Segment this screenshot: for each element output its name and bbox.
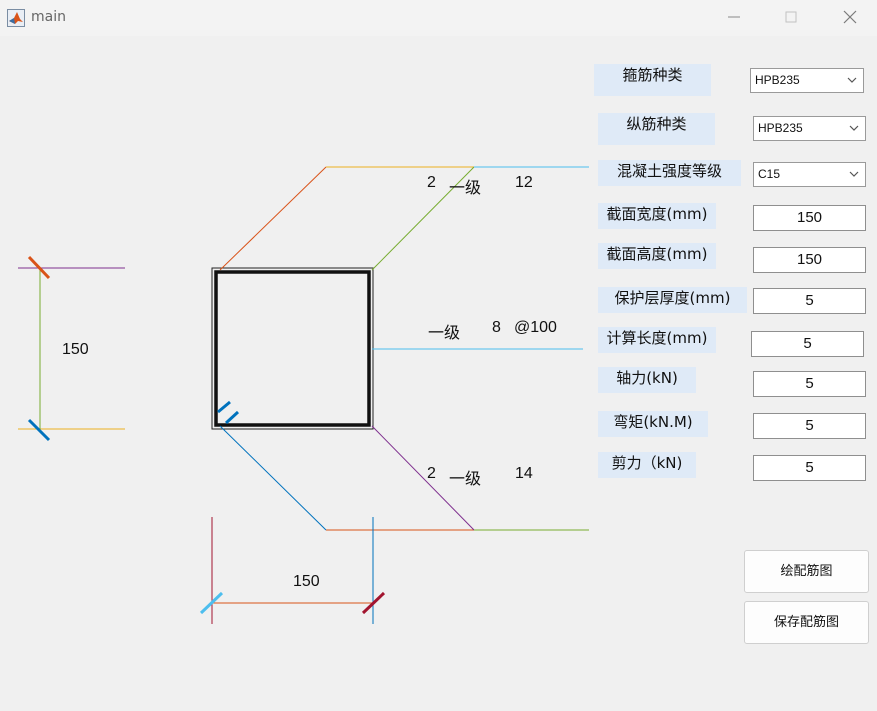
moment-input[interactable]: 5 (753, 413, 866, 439)
width-dim-value: 150 (293, 573, 320, 590)
stirrup (214, 270, 371, 427)
cover-thickness-label: 保护层厚度(mm) (598, 287, 747, 313)
close-icon[interactable] (830, 4, 870, 30)
section-height-label: 截面高度(mm) (598, 243, 716, 269)
bottom-bar-diameter: 14 (515, 465, 533, 482)
stirrup-spacing: @100 (514, 319, 557, 336)
top-bar-count: 2 (427, 174, 436, 191)
minimize-icon[interactable] (714, 4, 754, 30)
chevron-down-icon (847, 77, 857, 83)
cover-thickness-input[interactable]: 5 (753, 288, 866, 314)
axial-force-input[interactable]: 5 (753, 371, 866, 397)
maximize-icon[interactable] (771, 4, 811, 30)
bottom-bar-grade: 一级 (449, 471, 482, 488)
stirrup-type-value: HPB235 (755, 73, 800, 87)
section-width-input[interactable]: 150 (753, 205, 866, 231)
top-bar-grade: 一级 (449, 180, 482, 197)
stirrup-hook-2 (224, 410, 240, 425)
concrete-grade-label: 混凝土强度等级 (598, 160, 741, 186)
draw-reinforcement-button[interactable]: 绘配筋图 (744, 550, 869, 593)
save-reinforcement-button[interactable]: 保存配筋图 (744, 601, 869, 644)
axial-force-label: 轴力(kN) (598, 367, 696, 393)
moment-label: 弯矩(kN.M) (598, 411, 708, 437)
bottom-bar-count: 2 (427, 465, 436, 482)
long-bar-type-value: HPB235 (758, 121, 803, 135)
chevron-down-icon (849, 171, 859, 177)
stirrup-hook-1 (217, 400, 231, 414)
stirrup-type-select[interactable]: HPB235 (750, 68, 864, 93)
long-bar-type-label: 纵筋种类 (598, 113, 715, 145)
calc-length-label: 计算长度(mm) (598, 327, 716, 353)
height-dim-bottom-tick (27, 418, 51, 442)
concrete-grade-select[interactable]: C15 (753, 162, 866, 187)
stirrup-grade: 一级 (428, 325, 461, 342)
reinforcement-drawing (18, 166, 589, 624)
calc-length-input[interactable]: 5 (751, 331, 864, 357)
shear-label: 剪力（kN) (598, 452, 696, 478)
long-bar-type-select[interactable]: HPB235 (753, 116, 866, 141)
section-outline (211, 267, 374, 430)
top-leader-orange (219, 166, 327, 271)
section-width-label: 截面宽度(mm) (598, 203, 716, 229)
shear-input[interactable]: 5 (753, 455, 866, 481)
stirrup-type-label: 箍筋种类 (594, 64, 711, 96)
bottom-leader-blue (219, 425, 327, 531)
top-bar-diameter: 12 (515, 174, 533, 191)
height-dim-value: 150 (62, 341, 89, 358)
chevron-down-icon (849, 125, 859, 131)
concrete-grade-value: C15 (758, 167, 781, 181)
stirrup-diameter: 8 (492, 319, 501, 336)
section-height-input[interactable]: 150 (753, 247, 866, 273)
